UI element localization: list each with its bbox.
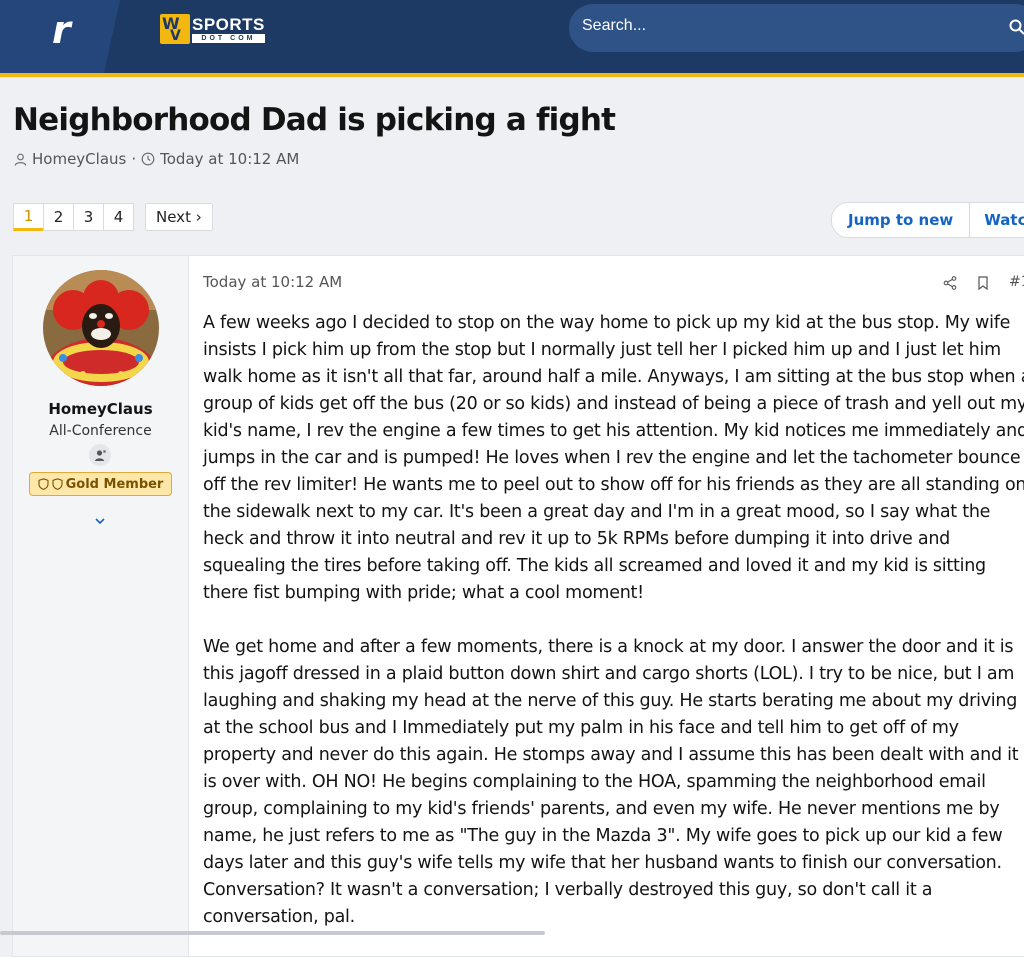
thread-actions: Jump to new Watch — [831, 202, 1024, 238]
header-accent-line — [0, 73, 1024, 77]
thread-date-link[interactable]: Today at 10:12 AM — [160, 150, 299, 168]
site-header: r W V SPORTS DOT COM Search... — [0, 0, 1024, 73]
post-username[interactable]: HomeyClaus — [13, 400, 188, 418]
site-logo[interactable]: W V SPORTS DOT COM — [160, 14, 265, 44]
shield-icon — [38, 478, 49, 490]
thread-meta: HomeyClaus · Today at 10:12 AM — [14, 150, 299, 168]
post-number-link[interactable]: #1 — [1009, 274, 1024, 290]
post-user-sidebar: HomeyClaus All-Conference Gold Member — [13, 256, 189, 956]
logo-sub-text: DOT COM — [192, 33, 265, 43]
logo-main-text: SPORTS — [192, 14, 265, 34]
search-icon[interactable] — [1009, 19, 1024, 35]
page-link-2[interactable]: 2 — [43, 203, 74, 231]
thread-author-link[interactable]: HomeyClaus — [32, 150, 126, 168]
user-title: All-Conference — [49, 423, 152, 439]
pagination: 1 2 3 4 Next › — [13, 203, 213, 231]
page-link-3[interactable]: 3 — [73, 203, 104, 231]
bookmark-icon[interactable] — [977, 276, 989, 290]
logo-text: SPORTS DOT COM — [192, 14, 265, 44]
wv-badge-icon: W V — [160, 14, 190, 44]
clown-avatar-icon[interactable] — [43, 270, 159, 386]
next-page-button[interactable]: Next › — [145, 203, 213, 231]
post-paragraph: We get home and after a few moments, the… — [203, 637, 1019, 927]
share-icon[interactable] — [943, 276, 957, 290]
clock-icon — [141, 152, 155, 166]
horizontal-scrollbar[interactable] — [0, 931, 545, 935]
meta-separator: · — [131, 150, 137, 168]
post-paragraph: A few weeks ago I decided to stop on the… — [203, 313, 1024, 603]
logo-badge-sub-letter: V — [170, 28, 181, 44]
page-link-1[interactable]: 1 — [13, 203, 44, 231]
post-date-link[interactable]: Today at 10:12 AM — [203, 273, 342, 291]
post-body: A few weeks ago I decided to stop on the… — [203, 310, 1024, 931]
user-icon — [14, 153, 27, 166]
search-placeholder: Search... — [582, 17, 647, 34]
rivals-logo-icon[interactable]: r — [52, 8, 71, 52]
chevron-down-icon[interactable] — [93, 516, 107, 526]
user-status-icon — [89, 444, 111, 466]
watch-button[interactable]: Watch — [970, 211, 1024, 229]
jump-to-new-button[interactable]: Jump to new — [832, 203, 971, 237]
gold-member-badge: Gold Member — [29, 472, 172, 496]
page-link-4[interactable]: 4 — [103, 203, 134, 231]
shield-icon — [52, 478, 63, 490]
page-title: Neighborhood Dad is picking a fight — [13, 102, 616, 138]
search-input[interactable]: Search... — [569, 4, 1024, 52]
post-message: HomeyClaus All-Conference Gold Member To… — [12, 255, 1024, 957]
badge-label: Gold Member — [65, 476, 164, 492]
